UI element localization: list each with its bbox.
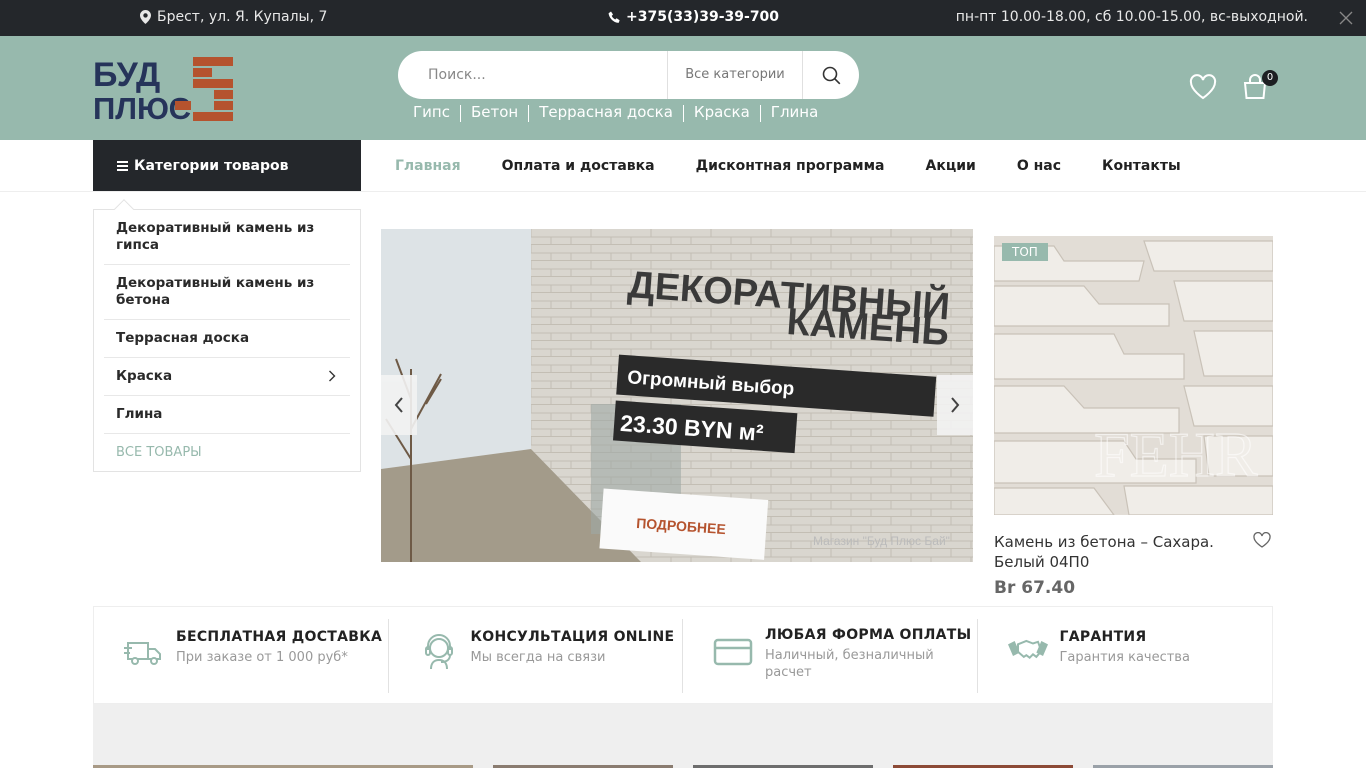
chevron-left-icon (394, 397, 403, 413)
category-item-label: Краска (116, 368, 173, 384)
header-icons (1188, 72, 1270, 102)
search-input[interactable]: Поиск... (398, 51, 668, 99)
search-button[interactable] (803, 51, 859, 99)
features-bar: БЕСПЛАТНАЯ ДОСТАВКА При заказе от 1 000 … (93, 606, 1273, 704)
quick-link[interactable]: Краска (694, 103, 750, 122)
product-image[interactable]: FEHR ТОП (994, 236, 1273, 515)
nav-menu: Главная Оплата и доставка Дисконтная про… (395, 140, 1222, 191)
product-price: Br 67.40 (994, 578, 1076, 598)
main-nav: Категории товаров Главная Оплата и доста… (0, 140, 1366, 192)
feature-sub: При заказе от 1 000 руб* (176, 650, 348, 665)
quick-links: Гипс Бетон Террасная доска Краска Глина (413, 103, 818, 122)
feature-sub: Гарантия качества (1059, 650, 1190, 665)
svg-text:БУД: БУД (93, 56, 160, 94)
feature-title: КОНСУЛЬТАЦИЯ ONLINE (470, 629, 675, 645)
category-dropdown: Декоративный камень из гипса Декоративны… (93, 199, 361, 472)
products-section-background (93, 704, 1273, 768)
menu-bars-icon (117, 160, 128, 171)
svg-text:FEHR: FEHR (1094, 419, 1258, 490)
delivery-truck-icon (124, 642, 161, 665)
phone-text: +375(33)39-39-700 (626, 9, 780, 25)
address-text: Брест, ул. Я. Купалы, 7 (157, 9, 328, 25)
feature-payment: ЛЮБАЯ ФОРМА ОПЛАТЫ Наличный, безналичный… (683, 607, 978, 705)
slider-next-button[interactable] (937, 375, 973, 435)
phone[interactable]: +375(33)39-39-700 (608, 9, 779, 25)
product-name[interactable]: Камень из бетона – Сахара. Белый 04П0 (994, 532, 1249, 572)
working-hours: пн-пт 10.00-18.00, сб 10.00-15.00, вс-вы… (955, 9, 1308, 25)
feature-sub: Мы всегда на связи (470, 650, 606, 665)
header: БУД ПЛЮС Поиск... Все категории Гипс Бет… (0, 36, 1366, 140)
slider-image: ДЕКОРАТИВНЫЙ КАМЕНЬ Огромный выбор 23.30… (381, 229, 973, 562)
search-icon (822, 66, 840, 84)
product-card[interactable]: FEHR ТОП Камень из бетона – Сахара. Белы… (994, 236, 1273, 598)
cart-count-badge: 0 (1262, 70, 1278, 86)
wishlist-heart-icon[interactable] (1253, 532, 1271, 548)
category-item-terrace[interactable]: Террасная доска (104, 320, 350, 358)
quick-link[interactable]: Глина (771, 103, 818, 122)
hero-slider[interactable]: ДЕКОРАТИВНЫЙ КАМЕНЬ Огромный выбор 23.30… (381, 229, 973, 562)
search-bar: Поиск... Все категории (398, 51, 859, 99)
product-badge: ТОП (1002, 243, 1048, 261)
address[interactable]: Брест, ул. Я. Купалы, 7 (140, 9, 327, 25)
feature-title: ГАРАНТИЯ (1059, 629, 1147, 645)
categories-label: Категории товаров (134, 157, 289, 174)
nav-item-home[interactable]: Главная (395, 158, 461, 174)
nav-item-delivery[interactable]: Оплата и доставка (502, 158, 655, 174)
handshake-icon (1007, 639, 1048, 659)
close-icon[interactable] (1338, 10, 1354, 26)
slider-watermark: Магазин "Буд Плюс Бай" (813, 534, 950, 548)
feature-title: ЛЮБАЯ ФОРМА ОПЛАТЫ (765, 627, 972, 643)
headset-support-icon (424, 634, 453, 670)
quick-link[interactable]: Бетон (471, 103, 518, 122)
category-item-paint[interactable]: Краска (104, 358, 350, 396)
categories-button[interactable]: Категории товаров (93, 140, 361, 191)
nav-item-discount[interactable]: Дисконтная программа (696, 158, 885, 174)
feature-consult: КОНСУЛЬТАЦИЯ ONLINE Мы всегда на связи (389, 607, 683, 705)
feature-sub: Наличный, безналичный расчет (765, 648, 934, 680)
chevron-right-icon (951, 397, 960, 413)
category-item-clay[interactable]: Глина (104, 396, 350, 434)
slider-cta-button[interactable]: ПОДРОБНЕЕ (599, 488, 769, 560)
slider-prev-button[interactable] (381, 375, 417, 435)
credit-card-icon (713, 638, 753, 666)
feature-guarantee: ГАРАНТИЯ Гарантия качества (978, 607, 1273, 705)
top-bar: Брест, ул. Я. Купалы, 7 +375(33)39-39-70… (0, 0, 1366, 36)
nav-item-about[interactable]: О нас (1017, 158, 1061, 174)
chevron-right-icon (329, 370, 336, 382)
category-item-all[interactable]: ВСЕ ТОВАРЫ (104, 434, 350, 471)
category-item-gypsum[interactable]: Декоративный камень из гипса (104, 210, 350, 265)
phone-icon (608, 11, 620, 23)
map-pin-icon (140, 10, 151, 24)
nav-item-promo[interactable]: Акции (926, 158, 976, 174)
feature-title: БЕСПЛАТНАЯ ДОСТАВКА (176, 629, 383, 645)
feature-delivery: БЕСПЛАТНАЯ ДОСТАВКА При заказе от 1 000 … (94, 607, 389, 705)
category-item-concrete[interactable]: Декоративный камень из бетона (104, 265, 350, 320)
category-select[interactable]: Все категории (668, 51, 803, 99)
nav-item-contacts[interactable]: Контакты (1102, 158, 1181, 174)
site-logo[interactable]: БУД ПЛЮС (93, 56, 235, 122)
quick-link[interactable]: Гипс (413, 103, 450, 122)
quick-link[interactable]: Террасная доска (539, 103, 673, 122)
wishlist-heart-icon[interactable] (1188, 72, 1218, 102)
